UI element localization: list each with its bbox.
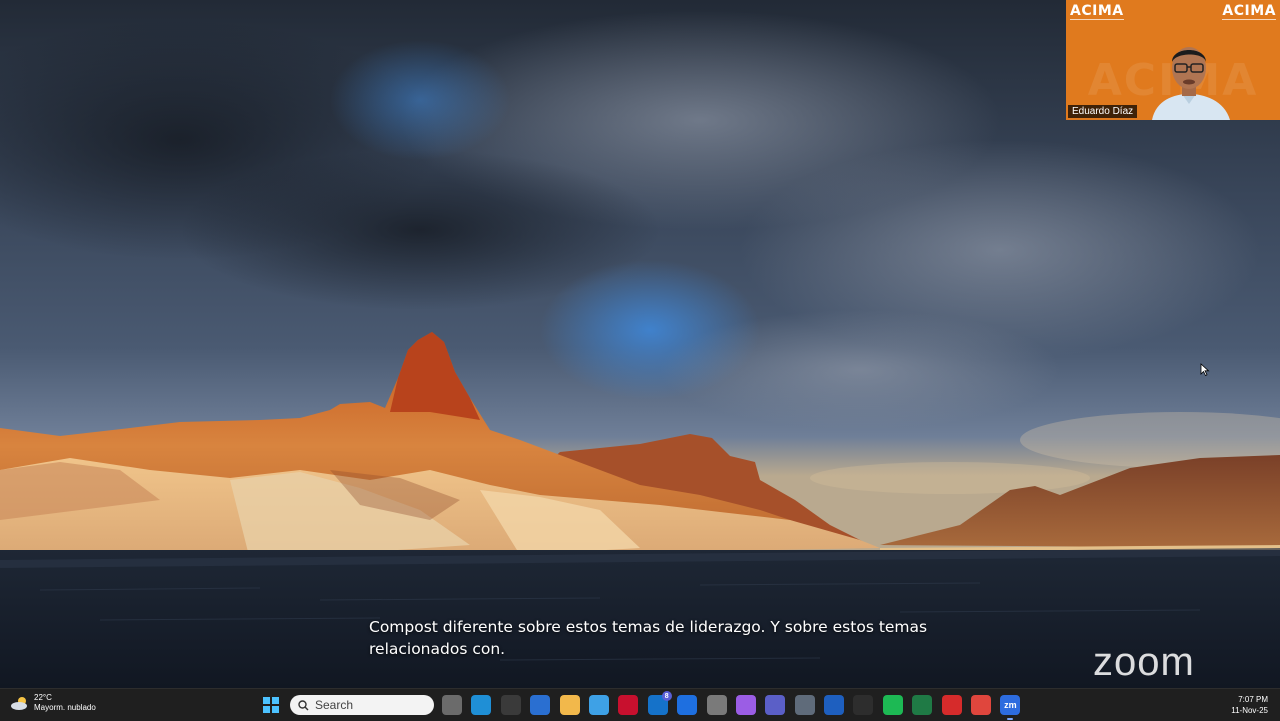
app-label: zm (1004, 700, 1017, 710)
windows-logo-icon (263, 697, 270, 704)
mouse-cursor-icon (1200, 363, 1210, 377)
pinned-apps: 8 zm (442, 691, 1021, 720)
acima-logo-left: ACIMA (1070, 3, 1124, 19)
obs-icon[interactable] (853, 695, 874, 715)
microsoft-store-icon[interactable] (500, 695, 521, 715)
clock-date: 11-Nov-25 (1231, 706, 1268, 715)
windows-taskbar: 22°C Mayorm. nublado Search 8 zm 7:07 PM … (0, 688, 1280, 721)
windows-logo-icon (263, 706, 270, 713)
acrobat-icon[interactable] (941, 695, 962, 715)
weather-temperature: 22°C (34, 693, 52, 702)
dropbox-icon[interactable] (677, 695, 698, 715)
zoom-watermark-logo: zoom (1093, 640, 1195, 684)
caption-line: relacionados con. (369, 640, 506, 658)
settings-icon[interactable] (794, 695, 815, 715)
live-captions: Compost diferente sobre estos temas de l… (369, 616, 929, 660)
file-explorer-icon[interactable] (559, 695, 580, 715)
weather-condition: Mayorm. nublado (34, 703, 96, 712)
hp-icon[interactable] (530, 695, 551, 715)
participant-image (1152, 47, 1230, 120)
teams-icon[interactable] (765, 695, 786, 715)
excel-icon[interactable] (912, 695, 933, 715)
system-clock[interactable]: 7:07 PM 11-Nov-25 (1231, 694, 1268, 716)
partly-cloudy-icon (11, 697, 27, 710)
notepad-icon[interactable] (706, 695, 727, 715)
search-icon (298, 699, 309, 710)
start-button[interactable] (263, 697, 279, 713)
spotify-icon[interactable] (882, 695, 903, 715)
acima-logo-left-underline (1070, 19, 1124, 24)
windows-logo-icon (272, 697, 279, 704)
word-icon[interactable] (824, 695, 845, 715)
photos-icon[interactable] (971, 695, 992, 715)
search-placeholder: Search (315, 698, 354, 712)
windows-logo-icon (272, 706, 279, 713)
acima-logo-right-underline (1222, 19, 1276, 24)
clock-time: 7:07 PM (1238, 695, 1268, 704)
chrome-edge-icon[interactable] (588, 695, 609, 715)
notification-badge: 8 (661, 691, 672, 701)
caption-line: Compost diferente sobre estos temas de l… (369, 618, 928, 636)
mcafee-icon[interactable] (618, 695, 639, 715)
weather-widget[interactable]: 22°C Mayorm. nublado (10, 693, 96, 713)
participant-name-label: Eduardo Díaz (1068, 105, 1138, 118)
zoom-icon[interactable]: zm (1000, 695, 1021, 720)
snipping-tool-icon[interactable] (735, 695, 756, 715)
outlook-icon[interactable]: 8 (647, 691, 672, 715)
acima-logo-right: ACIMA (1222, 3, 1276, 19)
taskbar-search-box[interactable]: Search (290, 695, 434, 715)
task-view-icon[interactable] (442, 695, 462, 715)
edge-icon[interactable] (471, 695, 492, 715)
participant-video-tile[interactable]: ACIMA ACIMA ACIMA Eduardo Díaz (1066, 0, 1280, 120)
